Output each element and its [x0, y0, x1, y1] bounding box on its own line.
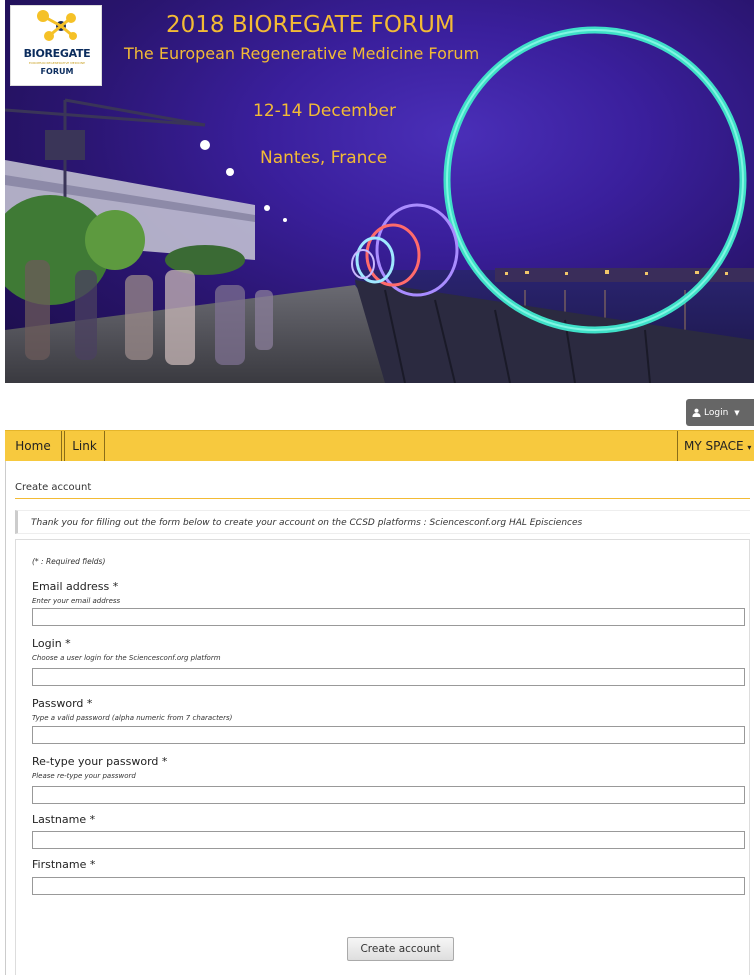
login-help: Choose a user login for the Sciencesconf…	[32, 654, 221, 662]
molecule-icon	[37, 10, 77, 41]
nav-link[interactable]: Link	[64, 431, 105, 461]
retype-password-help: Please re-type your password	[32, 772, 136, 780]
password-help: Type a valid password (alpha numeric fro…	[32, 714, 233, 722]
email-help: Enter your email address	[32, 597, 121, 605]
lastname-field[interactable]	[32, 831, 745, 849]
caret-down-icon: ▾	[747, 443, 752, 452]
logo-forum: FORUM	[40, 67, 74, 76]
retype-password-field[interactable]	[32, 786, 745, 804]
nav-my-space[interactable]: MY SPACE ▾	[677, 431, 754, 461]
lastname-label: Lastname *	[32, 813, 96, 826]
banner-dates: 12-14 December	[253, 101, 396, 121]
email-label: Email address *	[32, 580, 119, 593]
password-field[interactable]	[32, 726, 745, 744]
create-account-button[interactable]: Create account	[347, 937, 454, 961]
email-field[interactable]	[32, 608, 745, 626]
logo-tagline: EUROPEAN REGENERATIVE MEDICINE	[28, 61, 86, 65]
retype-password-label: Re-type your password *	[32, 755, 168, 768]
bioregate-logo[interactable]: BIOREGATE EUROPEAN REGENERATIVE MEDICINE…	[10, 5, 102, 86]
caret-down-icon: ▼	[734, 408, 740, 417]
login-label: Login *	[32, 637, 71, 650]
main-nav: Home Link MY SPACE ▾	[5, 430, 754, 461]
required-fields-note: (* : Required fields)	[32, 557, 106, 566]
firstname-field[interactable]	[32, 877, 745, 895]
page-title: Create account	[15, 482, 92, 493]
title-divider	[15, 498, 750, 499]
nav-home[interactable]: Home	[5, 431, 62, 461]
login-field[interactable]	[32, 668, 745, 686]
banner-title: 2018 BIOREGATE FORUM	[166, 12, 455, 38]
firstname-label: Firstname *	[32, 858, 96, 871]
logo-name: BIOREGATE	[23, 47, 91, 60]
info-notice: Thank you for filling out the form below…	[15, 510, 750, 534]
login-label: Login	[704, 407, 729, 418]
nav-my-space-label: MY SPACE	[684, 439, 744, 453]
login-button[interactable]: Login ▼	[686, 399, 754, 426]
banner-subtitle: The European Regenerative Medicine Forum	[124, 44, 480, 63]
user-icon	[692, 408, 701, 417]
password-label: Password *	[32, 697, 93, 710]
content-border	[5, 461, 6, 975]
header-banner: BIOREGATE EUROPEAN REGENERATIVE MEDICINE…	[5, 0, 754, 383]
banner-location: Nantes, France	[260, 148, 388, 168]
